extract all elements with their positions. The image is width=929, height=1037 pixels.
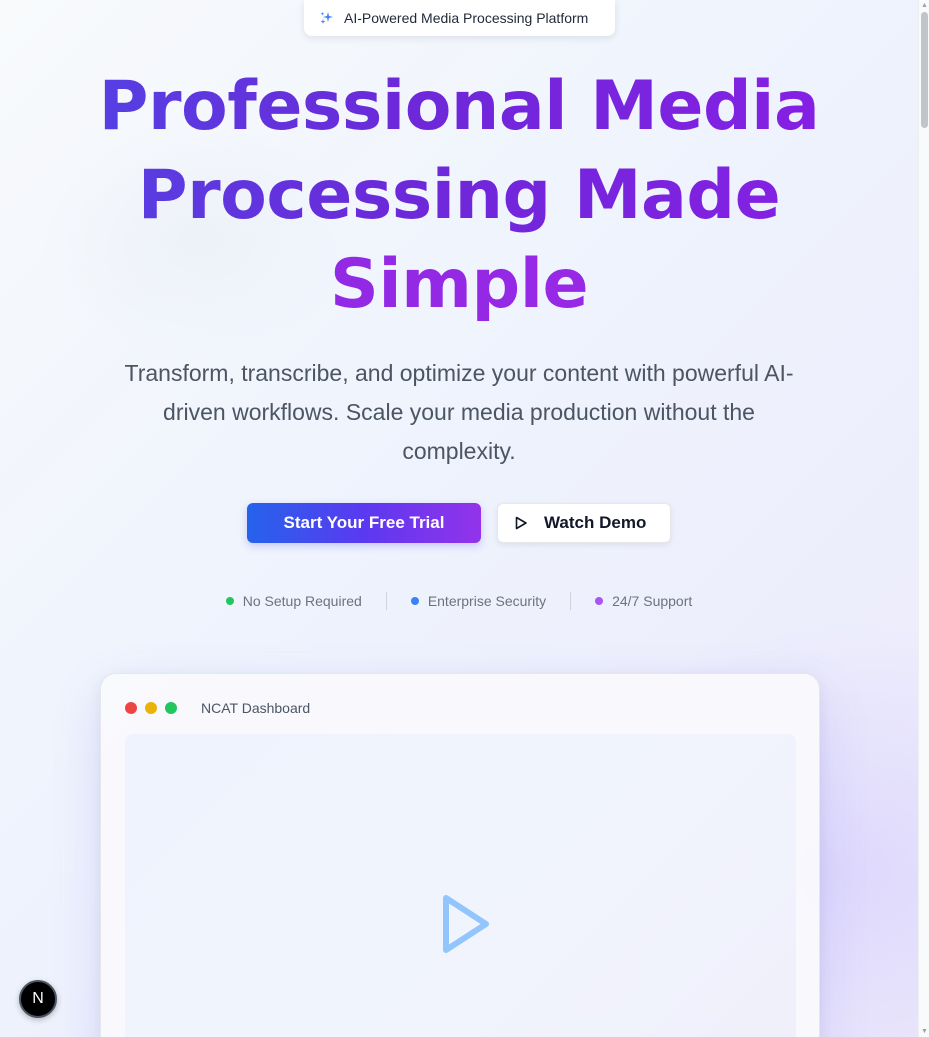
headline-line-2: Processing Made <box>0 151 918 240</box>
feature-item-security: Enterprise Security <box>387 593 570 609</box>
headline-line-1: Professional Media <box>0 62 918 151</box>
feature-label: 24/7 Support <box>612 593 693 609</box>
watch-demo-button[interactable]: Watch Demo <box>497 503 671 543</box>
status-dot-green <box>225 597 234 605</box>
scrollbar-thumb[interactable] <box>921 12 928 128</box>
window-controls <box>125 702 177 714</box>
devtools-badge[interactable]: N <box>19 980 57 1018</box>
dashboard-video-area[interactable] <box>125 734 796 1037</box>
page: AI-Powered Media Processing Platform Pro… <box>0 0 918 1037</box>
play-icon[interactable] <box>441 894 491 954</box>
window-minimize-dot <box>145 702 157 714</box>
hero-headline: Professional Media Processing Made Simpl… <box>0 62 918 329</box>
headline-line-3: Simple <box>0 240 918 329</box>
feature-item-no-setup: No Setup Required <box>202 593 386 609</box>
scrollbar[interactable]: ▲ ▼ <box>918 0 929 1037</box>
feature-label: No Setup Required <box>242 593 362 609</box>
watch-demo-label: Watch Demo <box>544 513 647 532</box>
feature-list: No Setup Required Enterprise Security 24… <box>0 590 918 612</box>
feature-label: Enterprise Security <box>427 593 547 609</box>
badge-text: AI-Powered Media Processing Platform <box>344 10 589 26</box>
dashboard-preview: NCAT Dashboard <box>100 673 820 1037</box>
play-icon <box>514 516 528 530</box>
status-dot-purple <box>595 597 604 605</box>
platform-badge: AI-Powered Media Processing Platform <box>304 0 615 36</box>
sparkles-icon <box>320 11 334 25</box>
window-maximize-dot <box>165 702 177 714</box>
window-close-dot <box>125 702 137 714</box>
start-free-trial-button[interactable]: Start Your Free Trial <box>247 503 481 543</box>
status-dot-blue <box>410 597 419 605</box>
dashboard-title: NCAT Dashboard <box>201 700 311 716</box>
scroll-up-arrow-icon[interactable]: ▲ <box>920 1 929 10</box>
hero-subtitle: Transform, transcribe, and optimize your… <box>124 360 794 464</box>
scroll-down-arrow-icon[interactable]: ▼ <box>920 1027 929 1036</box>
feature-item-support: 24/7 Support <box>571 593 716 609</box>
